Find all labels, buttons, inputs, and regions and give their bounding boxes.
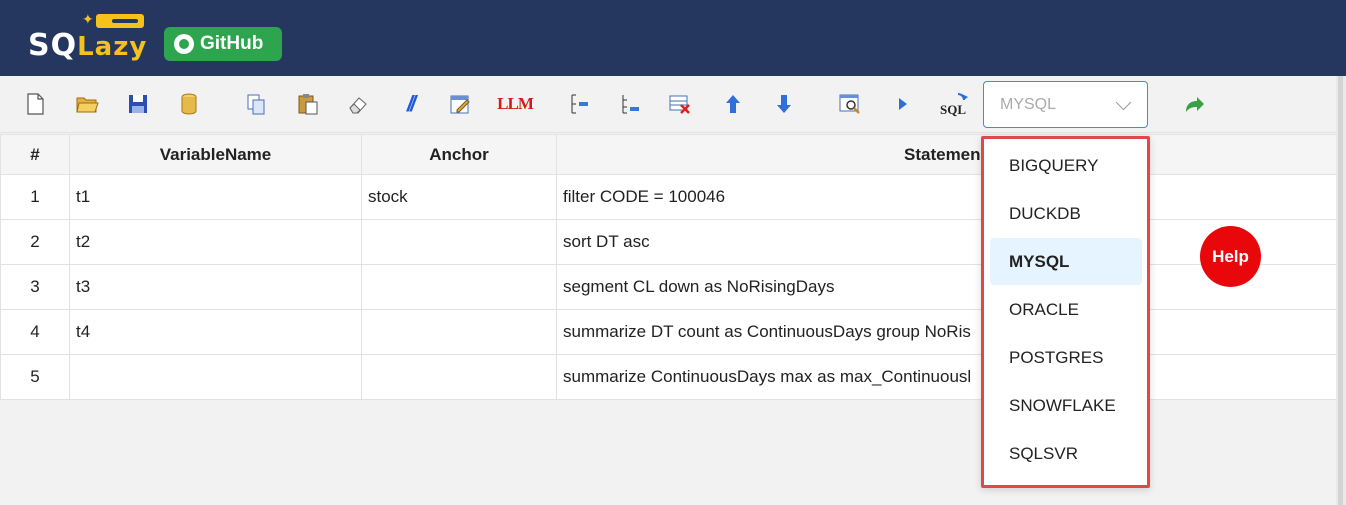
dropdown-option-postgres[interactable]: POSTGRES [990, 334, 1142, 381]
save-icon[interactable] [126, 92, 150, 116]
dropdown-option-sqlsvr[interactable]: SQLSVR [990, 430, 1142, 477]
logo-badge-icon [96, 14, 144, 28]
edit-form-icon[interactable] [448, 92, 472, 116]
dialect-dropdown-menu: BIGQUERY DUCKDB MYSQL ORACLE POSTGRES SN… [981, 136, 1150, 488]
eraser-icon[interactable] [346, 92, 370, 116]
copy-icon[interactable] [244, 92, 268, 116]
statement-cell[interactable]: filter CODE = 100046 [556, 174, 1337, 220]
column-header-variablename[interactable]: VariableName [69, 134, 362, 175]
sql-icon[interactable]: SQL [940, 92, 970, 117]
dropdown-option-mysql[interactable]: MYSQL [990, 238, 1142, 285]
github-label: GitHub [200, 33, 264, 54]
row-number: 4 [0, 309, 70, 355]
append-row-icon[interactable] [618, 92, 642, 116]
variable-cell[interactable] [69, 354, 362, 400]
row-number: 3 [0, 264, 70, 310]
logo-sq: SQ [28, 28, 78, 63]
column-header-anchor[interactable]: Anchor [361, 134, 557, 175]
variable-cell[interactable]: t1 [69, 174, 362, 220]
sparkle-icon: ✦ [82, 11, 94, 27]
anchor-cell[interactable]: stock [361, 174, 557, 220]
dialect-select[interactable]: MYSQL [983, 81, 1148, 128]
statement-cell[interactable]: summarize DT count as ContinuousDays gro… [556, 309, 1337, 355]
anchor-cell[interactable] [361, 219, 557, 265]
database-icon[interactable] [177, 92, 201, 116]
anchor-cell[interactable] [361, 309, 557, 355]
llm-icon[interactable]: LLM [497, 92, 534, 116]
insert-row-icon[interactable] [567, 92, 591, 116]
dropdown-option-snowflake[interactable]: SNOWFLAKE [990, 382, 1142, 429]
redo-icon[interactable] [1182, 92, 1206, 116]
open-folder-icon[interactable] [75, 92, 99, 116]
dialect-select-value: MYSQL [1000, 96, 1057, 113]
delete-row-icon[interactable] [668, 92, 692, 116]
anchor-cell[interactable] [361, 354, 557, 400]
new-file-icon[interactable] [23, 92, 47, 116]
app-header: ✦ SQLazy GitHub [0, 0, 1346, 76]
dropdown-option-bigquery[interactable]: BIGQUERY [990, 142, 1142, 189]
github-icon [174, 34, 194, 54]
statement-cell[interactable]: summarize ContinuousDays max as max_Cont… [556, 354, 1337, 400]
dropdown-option-oracle[interactable]: ORACLE [990, 286, 1142, 333]
column-header-number[interactable]: # [0, 134, 70, 175]
vertical-scrollbar[interactable] [1336, 76, 1346, 505]
row-number: 5 [0, 354, 70, 400]
github-button[interactable]: GitHub [164, 27, 282, 61]
dropdown-option-duckdb[interactable]: DUCKDB [990, 190, 1142, 237]
logo-lazy: Lazy [77, 32, 148, 62]
row-number: 2 [0, 219, 70, 265]
chevron-down-icon [1115, 94, 1132, 111]
variable-cell[interactable]: t3 [69, 264, 362, 310]
variable-cell[interactable]: t2 [69, 219, 362, 265]
anchor-cell[interactable] [361, 264, 557, 310]
row-number: 1 [0, 174, 70, 220]
column-header-statement[interactable]: Statemen [556, 134, 1337, 175]
paste-icon[interactable] [296, 92, 320, 116]
comment-icon[interactable]: // [398, 91, 422, 116]
move-up-icon[interactable] [721, 92, 745, 116]
variable-cell[interactable]: t4 [69, 309, 362, 355]
help-button[interactable]: Help [1200, 226, 1261, 287]
preview-icon[interactable] [838, 92, 862, 116]
run-icon[interactable] [890, 92, 914, 116]
move-down-icon[interactable] [772, 92, 796, 116]
sqlazy-logo[interactable]: ✦ SQLazy [28, 11, 148, 64]
